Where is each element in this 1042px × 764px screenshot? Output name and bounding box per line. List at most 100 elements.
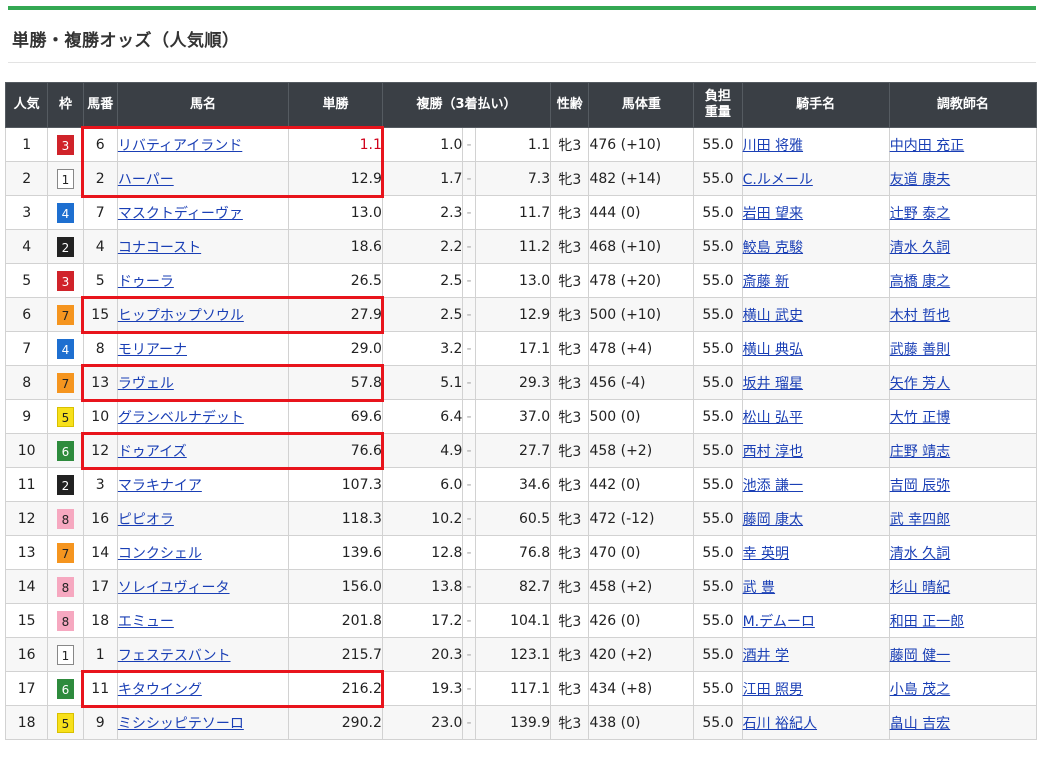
horse-name-link[interactable]: ミシシッピテソーロ [118, 716, 244, 732]
trainer-link[interactable]: 木村 哲也 [890, 308, 950, 324]
jockey-link[interactable]: C.ルメール [743, 172, 813, 188]
win-odds-cell: 107.3 [288, 467, 383, 502]
jockey-link[interactable]: 池添 謙一 [743, 478, 803, 494]
waku-badge: 2 [56, 474, 74, 495]
jockey-link[interactable]: 鮫島 克駿 [743, 240, 803, 256]
sex-age-cell: 牝3 [550, 399, 590, 434]
burden-weight-cell: 55.0 [693, 127, 743, 162]
place-odds-high: 27.7 [474, 433, 552, 468]
horse-name-link[interactable]: フェステスバント [118, 648, 231, 664]
horse-name-cell: ミシシッピテソーロ [116, 705, 290, 740]
sex-age-cell: 牝3 [550, 433, 590, 468]
trainer-link[interactable]: 杉山 晴紀 [890, 580, 950, 596]
place-odds-separator: - [462, 637, 476, 672]
header-burden-line2: 重量 [704, 105, 731, 120]
sex-age-cell: 牝3 [550, 195, 590, 230]
jockey-link[interactable]: 藤岡 康太 [743, 512, 803, 528]
win-odds-cell: 215.7 [288, 637, 383, 672]
place-odds-separator: - [462, 127, 476, 162]
trainer-link[interactable]: 小島 茂之 [890, 682, 950, 698]
trainer-link[interactable]: 畠山 吉宏 [890, 716, 950, 732]
waku-badge: 5 [56, 406, 74, 427]
place-odds-low: 20.3 [381, 637, 464, 672]
horse-name-link[interactable]: ハーパー [118, 172, 174, 188]
trainer-link[interactable]: 大竹 正博 [890, 410, 950, 426]
horse-name-link[interactable]: マスクトディーヴァ [118, 206, 243, 222]
header-win-odds: 単勝 [288, 82, 383, 128]
jockey-link[interactable]: 石川 裕紀人 [743, 716, 817, 732]
waku-badge: 4 [56, 202, 74, 223]
trainer-link[interactable]: 庄野 靖志 [890, 444, 950, 460]
horse-name-cell: マスクトディーヴァ [116, 195, 290, 230]
trainer-link[interactable]: 清水 久詞 [890, 546, 950, 562]
horse-weight-cell: 472 (-12) [588, 501, 695, 536]
horse-name-link[interactable]: ソレイユヴィータ [118, 580, 230, 596]
popularity-cell: 7 [4, 331, 49, 366]
trainer-cell: 武藤 善則 [888, 331, 1038, 366]
waku-badge: 6 [56, 678, 74, 699]
trainer-cell: 藤岡 健一 [888, 637, 1038, 672]
sex-age-cell: 牝3 [550, 467, 590, 502]
trainer-link[interactable]: 矢作 芳人 [890, 376, 950, 392]
trainer-link[interactable]: 清水 久詞 [890, 240, 950, 256]
horse-weight-cell: 444 (0) [588, 195, 695, 230]
trainer-cell: 木村 哲也 [888, 297, 1038, 332]
trainer-link[interactable]: 高橋 康之 [890, 274, 950, 290]
burden-weight-cell: 55.0 [693, 433, 743, 468]
popularity-cell: 13 [4, 535, 49, 570]
table-row: 15 8 18 エミュー 201.8 17.2-104.1 牝3 426 (0) 55.0 M.デ… [4, 603, 1038, 638]
jockey-link[interactable]: 横山 典弘 [743, 342, 803, 358]
jockey-link[interactable]: 西村 淳也 [743, 444, 803, 460]
popularity-cell: 16 [4, 637, 49, 672]
horse-name-link[interactable]: モリアーナ [118, 342, 187, 358]
horse-name-link[interactable]: コナコースト [118, 240, 201, 256]
horse-name-cell: ラヴェル [116, 365, 290, 400]
jockey-link[interactable]: M.デムーロ [743, 614, 815, 630]
jockey-link[interactable]: 岩田 望来 [743, 206, 803, 222]
trainer-link[interactable]: 中内田 充正 [890, 138, 964, 154]
horse-name-cell: グランベルナデット [116, 399, 290, 434]
horse-name-link[interactable]: リバティアイランド [118, 138, 242, 154]
jockey-link[interactable]: 斎藤 新 [743, 274, 789, 290]
jockey-link[interactable]: 坂井 瑠星 [743, 376, 803, 392]
jockey-link[interactable]: 川田 将雅 [743, 138, 803, 154]
burden-weight-cell: 55.0 [693, 535, 743, 570]
horse-name-link[interactable]: マラキナイア [118, 478, 202, 494]
trainer-link[interactable]: 辻野 泰之 [890, 206, 950, 222]
odds-table: 人気 枠 馬番 馬名 単勝 複勝（3着払い） 性齢 馬体重 負担 重量 騎手名 … [4, 82, 1038, 740]
win-odds-cell: 29.0 [288, 331, 383, 366]
trainer-link[interactable]: 友道 康夫 [890, 172, 950, 188]
trainer-link[interactable]: 武 幸四郎 [890, 512, 950, 528]
horse-name-link[interactable]: ヒップホップソウル [118, 308, 244, 324]
trainer-link[interactable]: 和田 正一郎 [890, 614, 964, 630]
jockey-link[interactable]: 横山 武史 [743, 308, 803, 324]
jockey-link[interactable]: 酒井 学 [743, 648, 789, 664]
trainer-link[interactable]: 吉岡 辰弥 [890, 478, 950, 494]
horse-name-link[interactable]: ドゥーラ [118, 274, 174, 290]
place-odds-separator: - [462, 229, 476, 264]
jockey-link[interactable]: 松山 弘平 [743, 410, 803, 426]
horse-weight-cell: 478 (+20) [588, 263, 695, 298]
trainer-link[interactable]: 藤岡 健一 [890, 648, 950, 664]
horse-name-link[interactable]: キタウイング [118, 682, 202, 698]
waku-cell: 2 [47, 229, 84, 264]
horse-number-cell: 11 [82, 671, 118, 706]
jockey-link[interactable]: 武 豊 [743, 580, 775, 596]
table-row: 2 1 2 ハーパー 12.9 1.7-7.3 牝3 482 (+14) 55.0 C.ルメール友… [4, 161, 1038, 196]
jockey-cell: 池添 謙一 [741, 467, 890, 502]
horse-name-link[interactable]: エミュー [118, 614, 174, 630]
place-odds-high: 11.2 [474, 229, 552, 264]
horse-name-link[interactable]: グランベルナデット [118, 410, 244, 426]
horse-name-link[interactable]: ドゥアイズ [118, 444, 187, 460]
jockey-link[interactable]: 幸 英明 [743, 546, 789, 562]
horse-name-link[interactable]: ラヴェル [118, 376, 174, 392]
popularity-cell: 10 [4, 433, 49, 468]
horse-name-link[interactable]: コンクシェル [118, 546, 202, 562]
place-odds-high: 12.9 [474, 297, 552, 332]
jockey-link[interactable]: 江田 照男 [743, 682, 803, 698]
burden-weight-cell: 55.0 [693, 365, 743, 400]
horse-name-link[interactable]: ピピオラ [118, 512, 174, 528]
win-odds-cell: 57.8 [288, 365, 383, 400]
trainer-link[interactable]: 武藤 善則 [890, 342, 950, 358]
burden-weight-cell: 55.0 [693, 705, 743, 740]
